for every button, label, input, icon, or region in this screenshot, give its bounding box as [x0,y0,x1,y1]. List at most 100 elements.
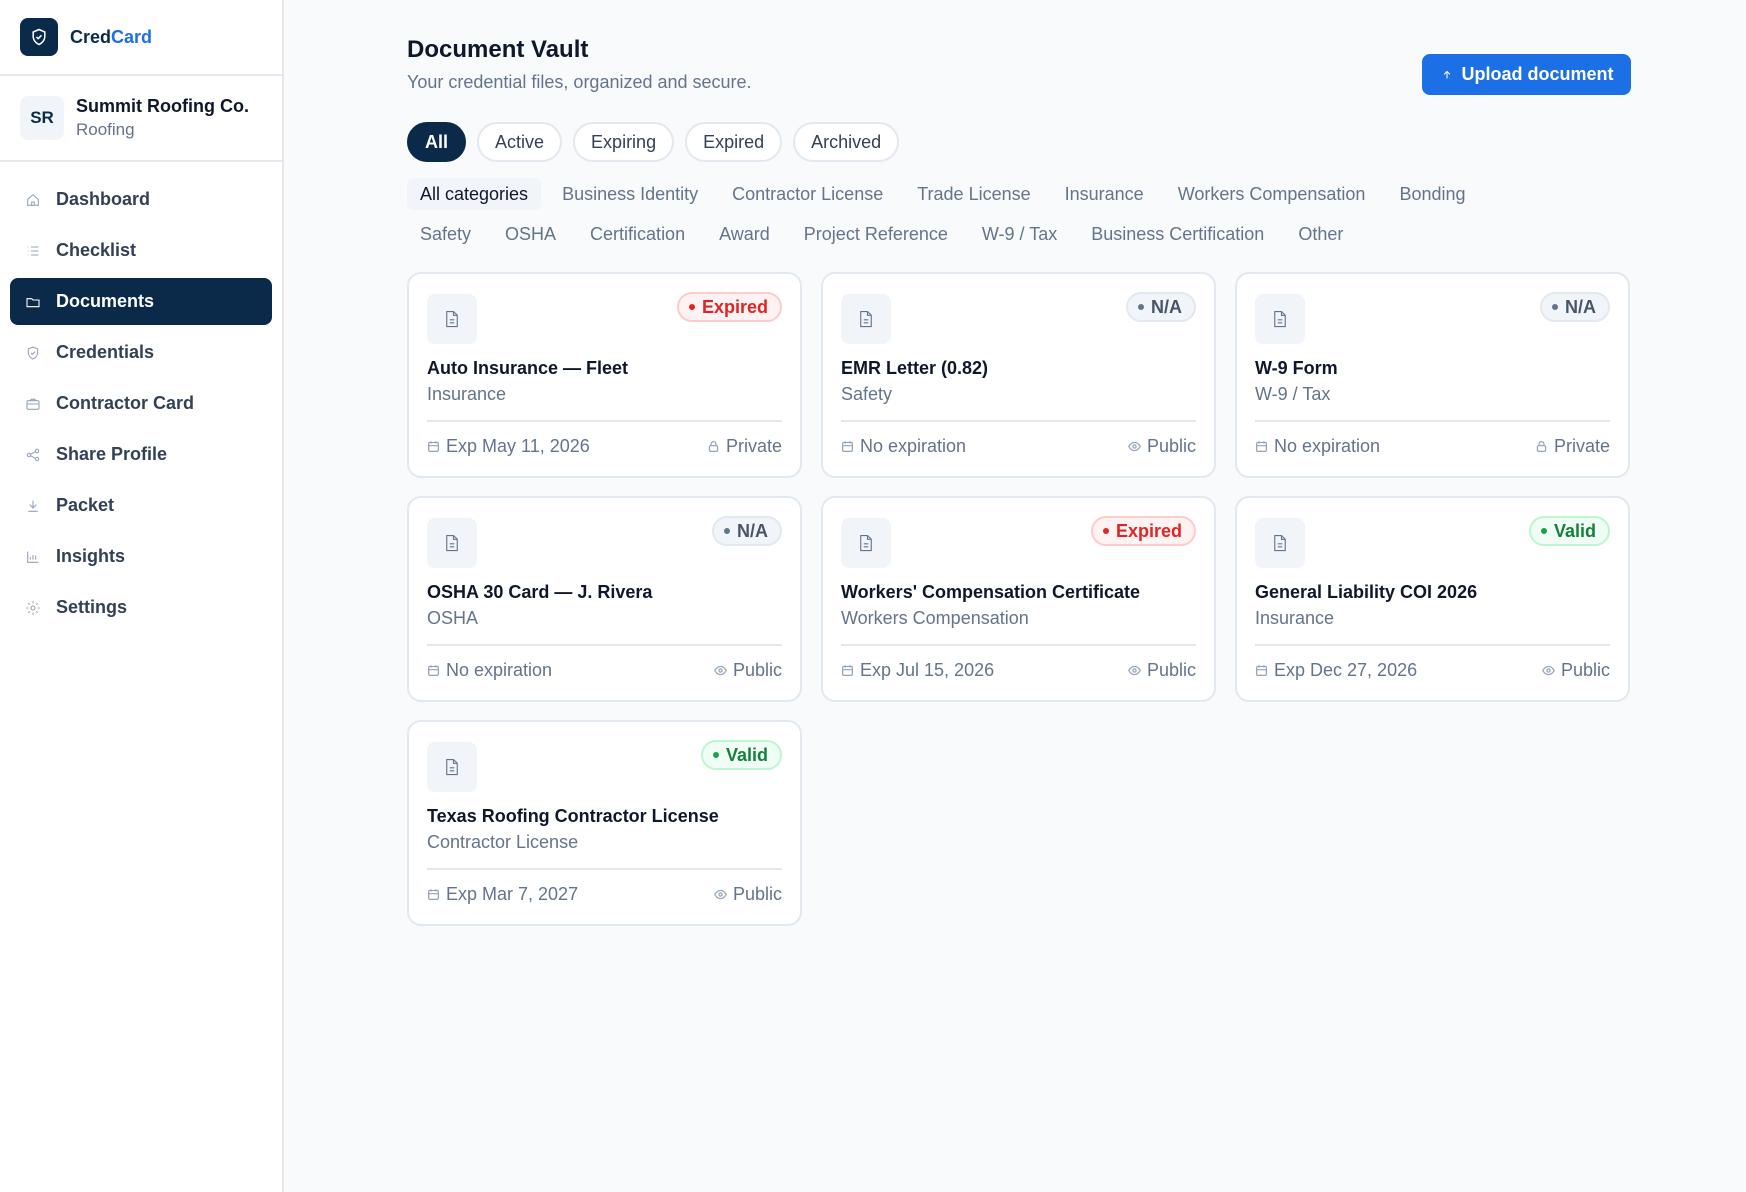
status-dot-icon [712,752,719,758]
shield-logo-icon [20,18,58,56]
file-icon [1255,294,1305,344]
document-title: EMR Letter (0.82) [841,358,989,378]
category-filter-project-reference[interactable]: Project Reference [791,218,961,250]
category-filter-certification[interactable]: Certification [577,218,698,250]
folder-icon [24,293,42,311]
status-dot-icon [1540,528,1547,534]
tab-expiring[interactable]: Expiring [573,122,675,162]
sidebar-item-settings[interactable]: Settings [10,584,272,631]
brand[interactable]: CredCard [0,0,282,76]
lock-icon [1535,440,1548,453]
category-filter-other[interactable]: Other [1285,218,1356,250]
tab-all[interactable]: All [407,122,467,162]
status-badge-label: Expired [701,296,768,317]
category-filter-safety[interactable]: Safety [407,218,484,250]
document-visibility: Public [714,882,782,906]
document-visibility: Public [1128,658,1196,682]
page-subtitle: Your credential files, organized and sec… [407,72,752,92]
category-filter-row: Safety OSHA Certification Award Project Refe… [407,218,1364,250]
category-filter-insurance[interactable]: Insurance [1052,178,1157,210]
status-badge-label: N/A [1151,296,1182,317]
file-icon [841,294,891,344]
visibility-text: Private [1553,436,1610,456]
document-card[interactable]: N/A EMR Letter (0.82) Safety No expiration P… [821,272,1216,478]
divider [427,868,782,870]
sidebar-item-contractor-card[interactable]: Contractor Card [10,380,272,427]
document-card[interactable]: Valid Texas Roofing Contractor License Con… [407,720,802,926]
document-expiration: Exp May 11, 2026 [427,434,590,458]
sidebar-item-checklist[interactable]: Checklist [10,227,272,274]
document-card[interactable]: Valid General Liability COI 2026 Insurance… [1235,496,1630,702]
sidebar-item-label: Credentials [56,342,155,362]
gear-icon [24,599,42,617]
divider [427,420,782,422]
tab-active[interactable]: Active [477,122,563,162]
category-filter-bonding[interactable]: Bonding [1386,178,1478,210]
visibility-text: Public [732,660,782,680]
file-icon [427,742,477,792]
status-badge-label: N/A [737,520,768,541]
sidebar-item-label: Settings [56,597,128,617]
tab-archived[interactable]: Archived [793,122,900,162]
document-category: OSHA [427,608,479,628]
document-title: Workers' Compensation Certificate [841,582,1141,602]
sidebar-item-label: Documents [56,291,155,311]
page-title: Document Vault [407,36,589,63]
status-dot-icon [1138,304,1144,310]
sidebar-item-documents[interactable]: Documents [10,278,272,325]
status-badge: N/A [1540,292,1610,322]
brand-name: CredCard [70,27,152,48]
status-badge-label: Expired [1115,520,1182,541]
visibility-text: Public [732,884,782,904]
upload-document-button[interactable]: Upload document [1422,54,1631,95]
category-filter-osha[interactable]: OSHA [492,218,569,250]
sidebar-item-label: Dashboard [56,189,151,209]
document-card[interactable]: N/A OSHA 30 Card — J. Rivera OSHA No expira… [407,496,802,702]
category-filter-business-certification[interactable]: Business Certification [1078,218,1277,250]
visibility-text: Private [725,436,782,456]
status-badge: Expired [1090,516,1196,546]
brand-name-part: Cred [70,26,112,47]
status-filter-tabs: All Active Expiring Expired Archived [407,122,910,162]
category-filter-w-9-tax[interactable]: W-9 / Tax [969,218,1070,250]
file-icon [427,518,477,568]
document-title: Auto Insurance — Fleet [427,358,629,378]
status-dot-icon [1102,528,1109,534]
status-dot-icon [724,528,730,534]
calendar-icon [427,664,440,677]
document-visibility: Public [1128,434,1196,458]
document-visibility: Private [1535,434,1610,458]
category-filter-trade-license[interactable]: Trade License [904,178,1043,210]
category-filter-award[interactable]: Award [706,218,783,250]
document-card[interactable]: Expired Workers' Compensation Certificate… [821,496,1216,702]
company-switcher[interactable]: SR Summit Roofing Co. Roofing [0,76,282,162]
document-visibility: Public [1542,658,1610,682]
calendar-icon [1255,440,1268,453]
document-card[interactable]: Expired Auto Insurance — Fleet Insurance Ex… [407,272,802,478]
document-category: Safety [841,384,893,404]
status-badge: Expired [676,292,782,322]
sidebar-item-label: Contractor Card [56,393,195,413]
card-icon [24,395,42,413]
category-filter-contractor-license[interactable]: Contractor License [719,178,896,210]
sidebar-item-credentials[interactable]: Credentials [10,329,272,376]
category-filter-all-categories[interactable]: All categories [407,178,542,210]
divider [841,420,1196,422]
sidebar-item-share-profile[interactable]: Share Profile [10,431,272,478]
eye-icon [1128,664,1141,677]
document-title: W-9 Form [1255,358,1338,378]
tab-expired[interactable]: Expired [685,122,783,162]
status-badge-label: N/A [1565,296,1596,317]
status-badge-label: Valid [1553,520,1596,541]
sidebar-item-dashboard[interactable]: Dashboard [10,176,272,223]
expiration-text: Exp Jul 15, 2026 [860,660,995,680]
company-type: Roofing [76,120,135,139]
document-category: Insurance [1255,608,1335,628]
visibility-text: Public [1560,660,1610,680]
document-card[interactable]: N/A W-9 Form W-9 / Tax No expiration Private [1235,272,1630,478]
sidebar-item-packet[interactable]: Packet [10,482,272,529]
category-filter-workers-compensation[interactable]: Workers Compensation [1165,178,1379,210]
eye-icon [1542,664,1555,677]
sidebar-item-insights[interactable]: Insights [10,533,272,580]
category-filter-business-identity[interactable]: Business Identity [549,178,711,210]
